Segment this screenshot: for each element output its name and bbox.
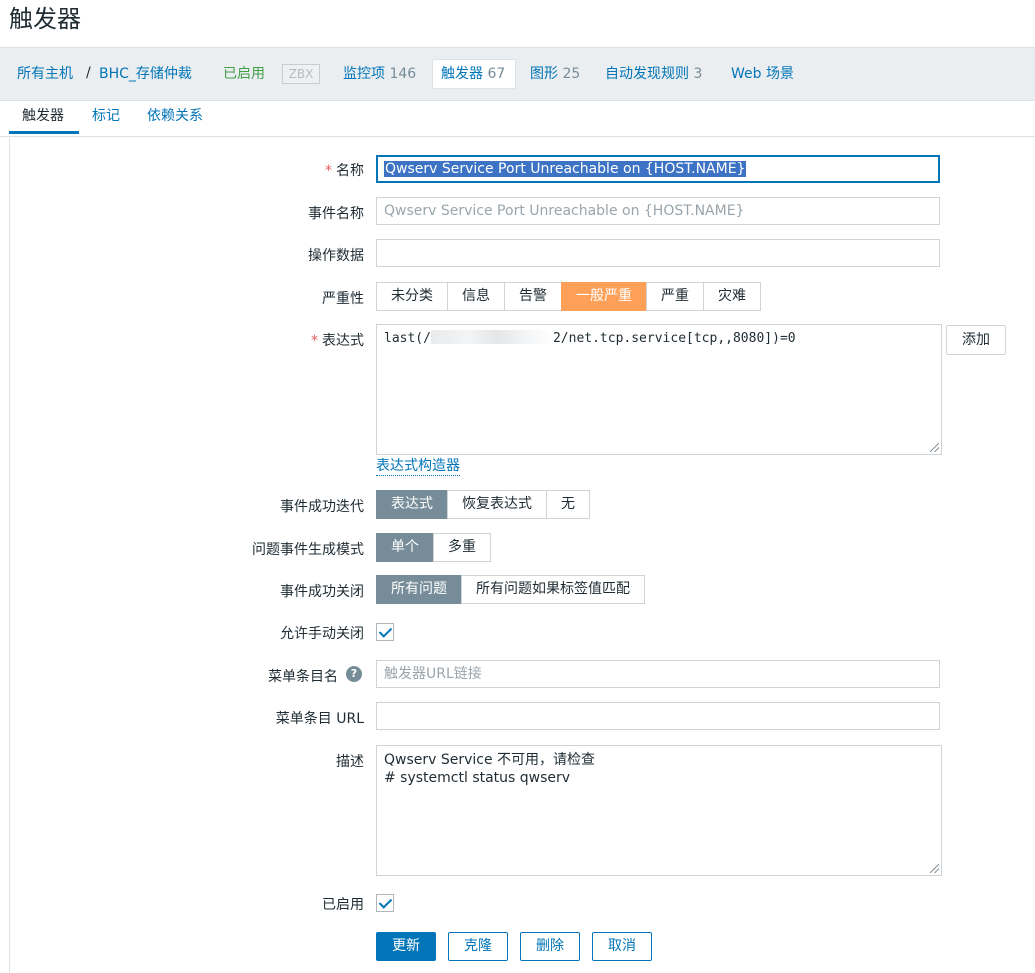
expression-suffix: 2/net.tcp.service[tcp,,8080])=0	[552, 331, 796, 346]
redacted-host	[430, 330, 553, 344]
ok-event-selector: 表达式 恢复表达式 无	[376, 490, 590, 519]
graphs-label: 图形	[530, 66, 558, 82]
description-line-1: Qwserv Service 不可用，请检查	[384, 752, 596, 768]
manual-close-checkbox[interactable]	[376, 623, 394, 641]
severity-disaster[interactable]: 灾难	[703, 282, 761, 311]
description-line-2: # systemctl status qwserv	[384, 770, 571, 786]
problem-mode-multiple[interactable]: 多重	[433, 533, 491, 562]
event-name-placeholder: Qwserv Service Port Unreachable on {HOST…	[384, 203, 745, 219]
manual-close-label: 允许手动关闭	[280, 626, 364, 642]
graphs-count: 25	[562, 66, 581, 82]
update-button[interactable]: 更新	[376, 932, 436, 961]
description-label: 描述	[336, 754, 364, 770]
opdata-input[interactable]	[376, 239, 940, 267]
severity-average[interactable]: 一般严重	[561, 282, 647, 311]
expression-prefix: last(/	[384, 331, 431, 346]
expression-builder-link[interactable]: 表达式构造器	[376, 458, 460, 476]
severity-label: 严重性	[322, 291, 364, 307]
name-input[interactable]: Qwserv Service Port Unreachable on {HOST…	[376, 155, 940, 183]
triggers-link[interactable]: 触发器 67	[441, 65, 505, 83]
url-input[interactable]	[376, 702, 940, 730]
event-name-label: 事件名称	[308, 206, 364, 222]
ok-close-all-problems[interactable]: 所有问题	[376, 575, 462, 604]
triggers-label: 触发器	[441, 66, 483, 82]
severity-not-classified[interactable]: 未分类	[376, 282, 448, 311]
host-status-enabled[interactable]: 已启用	[223, 65, 265, 83]
host-name-link[interactable]: BHC_存储仲裁	[99, 65, 192, 83]
add-expression-button[interactable]: 添加	[946, 325, 1006, 355]
tab-trigger[interactable]: 触发器	[22, 107, 64, 125]
items-label: 监控项	[343, 66, 385, 82]
event-name-input[interactable]: Qwserv Service Port Unreachable on {HOST…	[376, 197, 940, 225]
ok-close-selector: 所有问题 所有问题如果标签值匹配	[376, 575, 645, 604]
ok-event-none[interactable]: 无	[546, 490, 590, 519]
breadcrumb-separator: /	[86, 65, 91, 81]
graphs-link[interactable]: 图形 25	[530, 65, 580, 83]
discovery-label: 自动发现规则	[605, 66, 689, 82]
required-marker: *	[311, 333, 318, 349]
opdata-label: 操作数据	[308, 248, 364, 264]
active-tab-indicator	[9, 131, 79, 134]
problem-mode-label: 问题事件生成模式	[252, 542, 364, 558]
severity-information[interactable]: 信息	[447, 282, 505, 311]
severity-selector: 未分类 信息 告警 一般严重 严重 灾难	[376, 282, 761, 311]
clone-button[interactable]: 克隆	[448, 932, 508, 961]
items-link[interactable]: 监控项 146	[343, 65, 416, 83]
resize-handle-icon[interactable]	[930, 443, 939, 452]
help-icon[interactable]: ?	[346, 666, 362, 682]
severity-warning[interactable]: 告警	[504, 282, 562, 311]
ok-close-tag-match[interactable]: 所有问题如果标签值匹配	[461, 575, 645, 604]
expression-textarea[interactable]: last(/ 2/net.tcp.service[tcp,,8080])=0	[376, 324, 942, 455]
tab-tags[interactable]: 标记	[92, 107, 120, 125]
web-scenarios-link[interactable]: Web 场景	[731, 65, 794, 83]
form-tabs: 触发器 标记 依赖关系	[0, 100, 1035, 137]
zbx-availability-badge: ZBX	[282, 64, 320, 84]
problem-mode-selector: 单个 多重	[376, 533, 491, 562]
expression-label: * 表达式	[311, 333, 364, 349]
enabled-checkbox[interactable]	[376, 894, 394, 912]
all-hosts-link[interactable]: 所有主机	[17, 65, 73, 83]
triggers-count: 67	[487, 66, 506, 82]
url-name-input[interactable]: 触发器URL链接	[376, 660, 940, 688]
ok-event-label: 事件成功迭代	[280, 499, 364, 515]
page-title: 触发器	[9, 5, 81, 33]
delete-button[interactable]: 删除	[520, 932, 580, 961]
resize-handle-icon[interactable]	[930, 864, 939, 873]
ok-event-recovery-expression[interactable]: 恢复表达式	[447, 490, 547, 519]
required-marker: *	[325, 163, 332, 179]
discovery-count: 3	[693, 66, 703, 82]
enabled-label: 已启用	[322, 897, 364, 913]
host-navigation: 所有主机 / BHC_存储仲裁 已启用 ZBX 监控项 146 触发器 67 图…	[0, 47, 1035, 101]
ok-close-label: 事件成功关闭	[280, 584, 364, 600]
items-count: 146	[389, 66, 417, 82]
problem-mode-single[interactable]: 单个	[376, 533, 434, 562]
ok-event-expression[interactable]: 表达式	[376, 490, 448, 519]
discovery-rules-link[interactable]: 自动发现规则 3	[605, 65, 702, 83]
cancel-button[interactable]: 取消	[592, 932, 652, 961]
url-label: 菜单条目 URL	[275, 711, 364, 727]
name-label: * 名称	[325, 163, 364, 179]
severity-high[interactable]: 严重	[646, 282, 704, 311]
tab-dependencies[interactable]: 依赖关系	[147, 107, 203, 125]
description-textarea[interactable]: Qwserv Service 不可用，请检查 # systemctl statu…	[376, 745, 942, 876]
url-name-placeholder: 触发器URL链接	[384, 666, 482, 682]
name-value: Qwserv Service Port Unreachable on {HOST…	[384, 161, 747, 177]
